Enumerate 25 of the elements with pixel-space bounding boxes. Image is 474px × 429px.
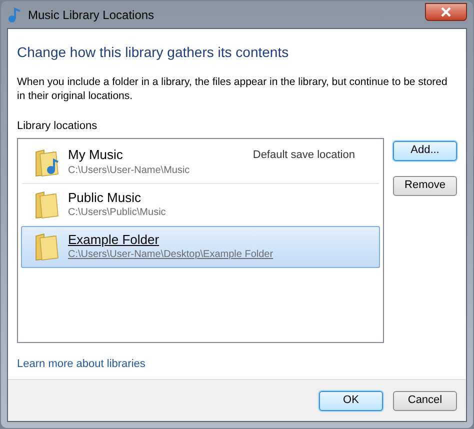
folder-icon <box>34 232 60 262</box>
description-text: When you include a folder in a library, the files appear in the library, but continue to be stored in their original locations. <box>17 75 448 103</box>
location-path: C:\Users\User-Name\Desktop\Example Folder <box>68 248 274 262</box>
folder-icon <box>34 190 60 220</box>
close-button[interactable] <box>425 2 467 20</box>
location-path: C:\Users\User-Name\Music <box>68 164 191 178</box>
dialog-heading: Change how this library gathers its contents <box>17 43 290 61</box>
location-name: Example Folder <box>68 232 160 248</box>
location-name: Public Music <box>68 190 141 206</box>
location-name: My Music <box>68 147 123 164</box>
location-path: C:\Users\Public\Music <box>68 206 167 220</box>
location-note: Default save location <box>252 148 355 164</box>
music-note-icon <box>7 6 23 22</box>
location-item[interactable]: Public Music C:\Users\Public\Music <box>21 184 380 226</box>
help-link[interactable]: Learn more about libraries <box>17 356 457 372</box>
default-button[interactable]: Add... <box>393 140 457 160</box>
location-item[interactable]: My Music Default save location C:\Users\User-Name\Music <box>21 142 380 184</box>
default-button[interactable]: OK <box>319 390 383 410</box>
location-item[interactable]: Example Folder C:\Users\User-Name\Desktop\Example Folder <box>21 226 380 268</box>
dialog-button[interactable]: Remove <box>393 176 457 196</box>
music-folder-icon <box>34 148 60 178</box>
dialog-button[interactable]: Cancel <box>393 390 457 410</box>
section-label: Library locations <box>17 119 98 134</box>
close-icon <box>441 6 451 16</box>
window-title: Music Library Locations <box>28 6 154 24</box>
